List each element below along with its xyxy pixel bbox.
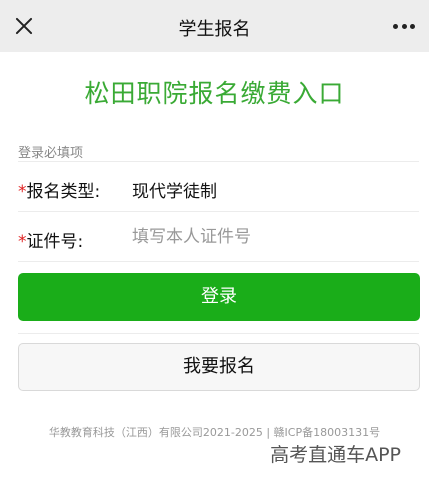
more-dots-icon[interactable] [393, 24, 415, 29]
watermark: 高考直通车APP [270, 444, 401, 466]
divider [18, 261, 419, 262]
registration-type-label: *报名类型: [18, 177, 100, 202]
id-number-row: *证件号: [18, 213, 419, 261]
dot [410, 24, 415, 29]
login-button[interactable]: 登录 [18, 273, 420, 321]
id-number-input[interactable] [132, 221, 412, 253]
divider [18, 161, 419, 162]
registration-type-row[interactable]: *报名类型: 现代学徒制 [18, 163, 419, 211]
id-number-label: *证件号: [18, 227, 83, 252]
nav-title: 学生报名 [178, 19, 251, 40]
id-number-label-text: 证件号: [26, 232, 84, 252]
page-title: 松田职院报名缴费入口 [84, 79, 345, 108]
divider [18, 211, 419, 212]
dot [393, 24, 398, 29]
registration-type-value[interactable]: 现代学徒制 [132, 177, 217, 202]
registration-type-label-text: 报名类型: [26, 182, 101, 202]
divider [18, 333, 419, 334]
footer-copyright: 华教教育科技（江西）有限公司2021-2025 | 赣ICP备18003131号 [48, 426, 381, 439]
required-mark: * [18, 232, 27, 252]
dot [401, 24, 407, 29]
section-label: 登录必填项 [18, 146, 84, 161]
required-mark: * [18, 182, 27, 202]
register-button[interactable]: 我要报名 [18, 343, 420, 391]
top-navigation-bar: 学生报名 [0, 0, 429, 52]
